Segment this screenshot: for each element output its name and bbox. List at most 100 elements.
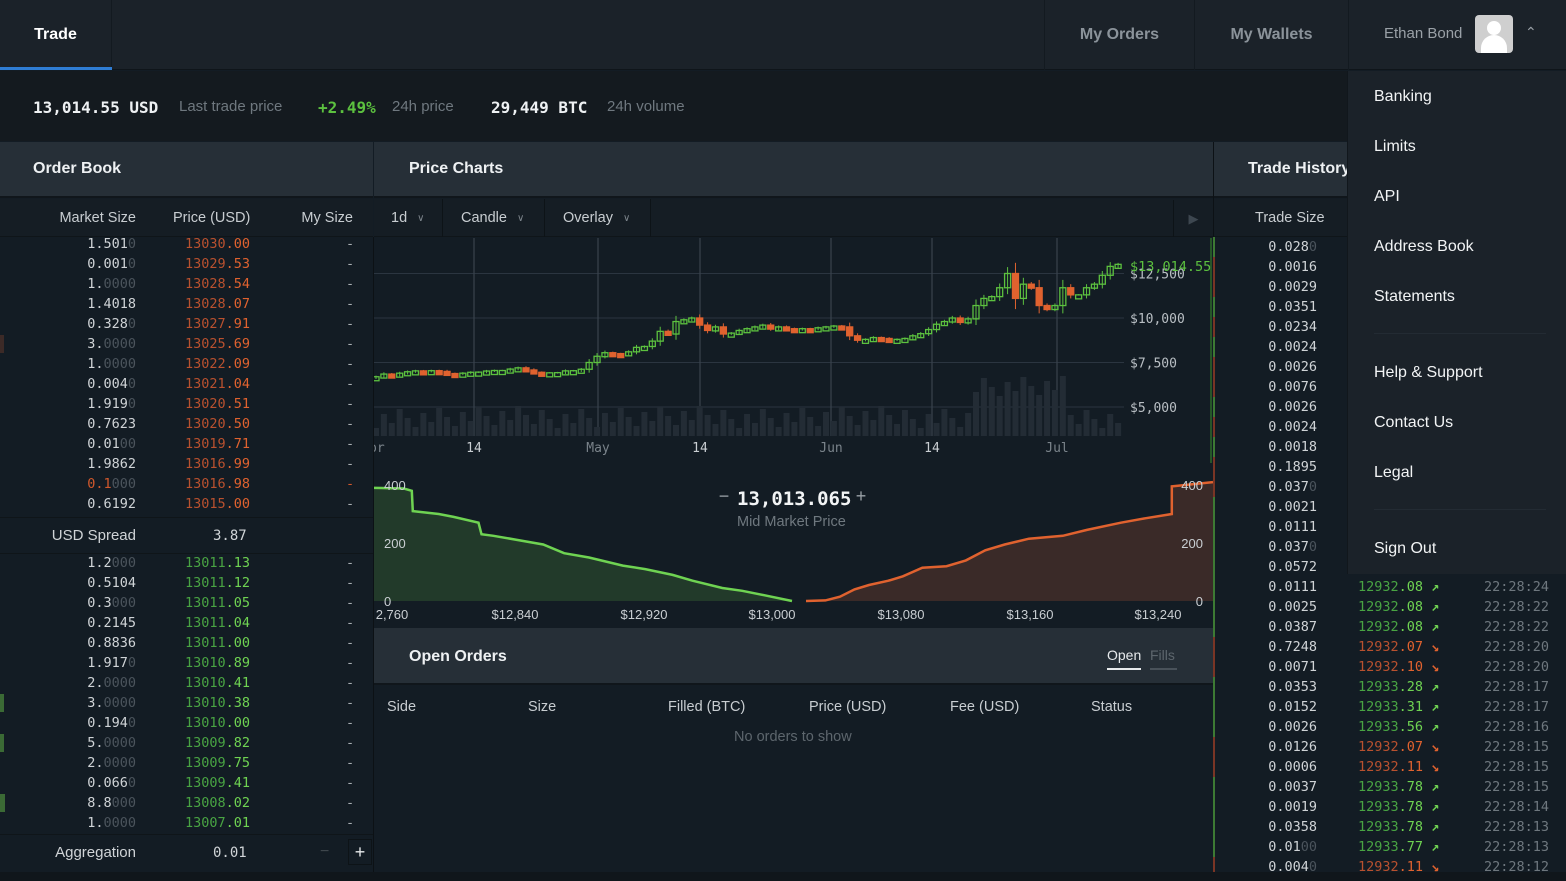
ask-row[interactable]: 1.9862 13016.99 -: [0, 454, 373, 474]
bid-row[interactable]: 0.2145 13011.04 -: [0, 613, 373, 633]
price: 13008.02: [185, 795, 251, 811]
price-decimals: .07: [1398, 739, 1424, 755]
trade-price: 12932.07 ↘: [1358, 639, 1440, 655]
bid-row[interactable]: 2.0000 13010.41 -: [0, 673, 373, 693]
price: 13011.05: [185, 595, 251, 611]
interval-dropdown[interactable]: 1d ∨: [374, 199, 443, 237]
menu-item-sign-out[interactable]: Sign Out: [1374, 540, 1436, 558]
price-decimals: .41: [225, 675, 251, 691]
volume-bar: [420, 413, 427, 436]
ask-row[interactable]: 0.0010 13029.53 -: [0, 254, 373, 274]
user-menu-toggle[interactable]: Ethan Bond ⌃: [1348, 0, 1566, 70]
price: 13011.00: [185, 635, 251, 651]
bid-row[interactable]: 0.0660 13009.41 -: [0, 773, 373, 793]
bid-row[interactable]: 0.1940 13010.00 -: [0, 713, 373, 733]
candle: [861, 338, 870, 345]
market-size: 0.6192: [87, 496, 136, 512]
candle: [419, 370, 428, 376]
price-decimals: .78: [1398, 799, 1424, 815]
direction-marker: [1213, 657, 1215, 677]
trade-size: 0.1895: [1268, 459, 1317, 475]
menu-item-statements[interactable]: Statements: [1374, 288, 1455, 306]
ask-row[interactable]: 1.4018 13028.07 -: [0, 294, 373, 314]
bid-row[interactable]: 0.5104 13011.12 -: [0, 573, 373, 593]
direction-marker: [1213, 397, 1215, 417]
tab-fills[interactable]: Fills: [1150, 647, 1177, 670]
volume-bar: [759, 409, 766, 436]
bid-row[interactable]: 2.0000 13009.75 -: [0, 753, 373, 773]
candle: [553, 371, 562, 378]
top-nav: Trade My Orders My Wallets Ethan Bond ⌃: [0, 0, 1566, 70]
volume-bar: [546, 419, 553, 436]
mid-price-decrease-button[interactable]: −: [713, 486, 735, 512]
menu-item-banking[interactable]: Banking: [1374, 88, 1432, 106]
menu-item-help-support[interactable]: Help & Support: [1374, 364, 1483, 382]
ask-row[interactable]: 0.0040 13021.04 -: [0, 374, 373, 394]
trade-row: 0.0100 12933.77 ↗ 22:28:13: [1213, 837, 1566, 857]
bid-row[interactable]: 0.3000 13011.05 -: [0, 593, 373, 613]
size-padding: 0: [127, 256, 136, 272]
trade-size: 0.0351: [1268, 299, 1317, 315]
ask-row[interactable]: 0.7623 13020.50 -: [0, 414, 373, 434]
bid-row[interactable]: 0.8836 13011.00 -: [0, 633, 373, 653]
menu-item-legal[interactable]: Legal: [1374, 464, 1413, 482]
menu-item-limits[interactable]: Limits: [1374, 138, 1416, 156]
ask-row[interactable]: 0.6192 13015.00 -: [0, 494, 373, 514]
menu-item-contact-us[interactable]: Contact Us: [1374, 414, 1453, 432]
price: 13022.09: [185, 356, 251, 372]
no-orders-message: No orders to show: [734, 729, 852, 745]
order-book-columns: Market Size Price (USD) My Size: [0, 199, 373, 237]
col-filled: Filled (BTC): [668, 699, 746, 715]
bid-row[interactable]: 5.0000 13009.82 -: [0, 733, 373, 753]
bid-row[interactable]: 8.8000 13008.02 -: [0, 793, 373, 813]
candlestick-chart[interactable]: $5,000$7,500$10,000$12,500pr14May14Jun14…: [374, 238, 1213, 463]
bid-row[interactable]: 3.0000 13010.38 -: [0, 693, 373, 713]
col-price: Price (USD): [809, 699, 887, 715]
mid-price-increase-button[interactable]: +: [850, 486, 872, 512]
overlay-dropdown[interactable]: Overlay ∨: [545, 199, 651, 237]
play-icon[interactable]: ▶: [1173, 200, 1213, 237]
ask-row[interactable]: 3.0000 13025.69 -: [0, 334, 373, 354]
arrow-up-right-icon: ↗: [1423, 839, 1440, 855]
x-tick-label: $13,080: [878, 607, 925, 622]
price-decimals: .00: [225, 236, 251, 252]
ask-row[interactable]: 1.0000 13028.54 -: [0, 274, 373, 294]
tab-open[interactable]: Open: [1107, 647, 1142, 670]
chevron-up-icon[interactable]: ⌃: [1525, 24, 1537, 41]
aggregation-decrease-button[interactable]: −: [320, 843, 329, 861]
chart-type-dropdown[interactable]: Candle ∨: [443, 199, 545, 237]
market-size: 1.9170: [87, 655, 136, 671]
trade-price: 12933.31 ↗: [1358, 699, 1440, 715]
trade-time: 22:28:20: [1484, 659, 1550, 675]
trade-row: 0.0387 12932.08 ↗ 22:28:22: [1213, 617, 1566, 637]
price-decimals: .31: [1398, 699, 1424, 715]
ask-row[interactable]: 1.9190 13020.51 -: [0, 394, 373, 414]
size-padding: 000: [111, 795, 136, 811]
trade-price: 12933.78 ↗: [1358, 819, 1440, 835]
aggregation-increase-button[interactable]: +: [348, 839, 372, 865]
bid-row[interactable]: 1.9170 13010.89 -: [0, 653, 373, 673]
tab-my-orders[interactable]: My Orders: [1044, 0, 1194, 70]
volume-bar: [957, 427, 964, 436]
market-size: 3.0000: [87, 336, 136, 352]
tab-my-wallets[interactable]: My Wallets: [1194, 0, 1348, 70]
tab-trade[interactable]: Trade: [0, 0, 112, 70]
bid-row[interactable]: 1.0000 13007.01 -: [0, 813, 373, 833]
bid-row[interactable]: 1.2000 13011.13 -: [0, 553, 373, 573]
menu-item-api[interactable]: API: [1374, 188, 1400, 206]
trade-row: 0.0071 12932.10 ↘ 22:28:20: [1213, 657, 1566, 677]
arrow-down-right-icon: ↘: [1423, 759, 1440, 775]
price-decimals: .91: [225, 316, 251, 332]
price-decimals: .78: [1398, 779, 1424, 795]
ask-row[interactable]: 1.5010 13030.00 -: [0, 234, 373, 254]
volume-bar: [894, 424, 901, 436]
menu-item-address-book[interactable]: Address Book: [1374, 238, 1474, 256]
market-size: 1.4018: [87, 296, 136, 312]
ask-row[interactable]: 0.1000 13016.98 -: [0, 474, 373, 494]
ask-row[interactable]: 0.3280 13027.91 -: [0, 314, 373, 334]
ask-row[interactable]: 0.0100 13019.71 -: [0, 434, 373, 454]
direction-marker: [1213, 717, 1215, 737]
my-size: -: [346, 436, 355, 452]
ask-row[interactable]: 1.0000 13022.09 -: [0, 354, 373, 374]
candle: [617, 352, 625, 359]
